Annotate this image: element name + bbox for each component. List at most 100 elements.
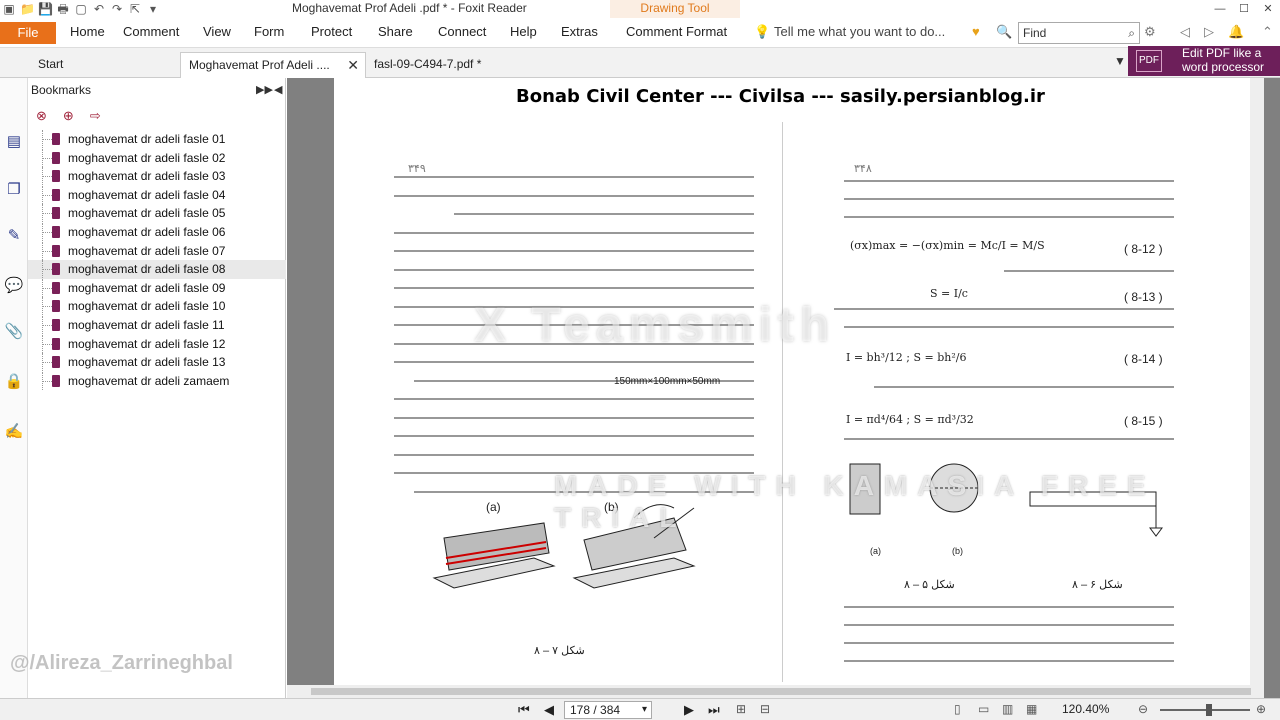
previous-page-icon[interactable]: ◀ (544, 702, 554, 718)
edit-pdf-promo-banner[interactable]: PDF Edit PDF like a word processor (1128, 46, 1280, 76)
text-line (874, 386, 1174, 388)
undo-icon[interactable]: ↶ (92, 2, 106, 16)
bookmark-icon (52, 188, 60, 201)
forward-icon[interactable]: ▷ (1204, 24, 1214, 40)
window-title: Moghavemat Prof Adeli .pdf * - Foxit Rea… (292, 1, 527, 15)
bookmark-item[interactable]: moghavemat dr adeli fasle 10 (28, 297, 286, 316)
minimize-button[interactable]: — (1208, 0, 1232, 18)
text-line (844, 180, 1174, 182)
bookmark-item[interactable]: moghavemat dr adeli fasle 02 (28, 148, 286, 168)
pages-icon[interactable]: ▤ (4, 132, 24, 152)
customize-dropdown-icon[interactable]: ▾ (146, 2, 160, 16)
bookmark-item[interactable]: moghavemat dr adeli fasle 06 (28, 222, 286, 242)
pdf-page-spread[interactable]: Bonab Civil Center --- Civilsa --- sasil… (334, 78, 1250, 685)
zoom-level[interactable]: 120.40% (1062, 702, 1109, 716)
tab-form[interactable]: Form (254, 24, 284, 39)
close-button[interactable]: ✕ (1256, 0, 1280, 18)
bookmark-item[interactable]: moghavemat dr adeli fasle 04 (28, 185, 286, 205)
find-input[interactable]: Find ⌕ (1018, 22, 1140, 44)
search-icon[interactable]: ⌕ (1128, 23, 1135, 43)
comments-icon[interactable]: 💬 (4, 276, 24, 296)
last-page-icon[interactable]: ⏭ (708, 702, 720, 718)
bookmark-item[interactable]: moghavemat dr adeli fasle 07 (28, 241, 286, 261)
tab-share[interactable]: Share (378, 24, 413, 39)
tab-start[interactable]: Start (30, 52, 180, 78)
layers-icon[interactable]: ❐ (4, 180, 24, 200)
tab-comment-format[interactable]: Comment Format (626, 24, 727, 39)
zoom-slider[interactable] (1160, 704, 1250, 716)
zoom-slider-knob[interactable] (1206, 704, 1212, 716)
tab-fasl-09-document[interactable]: fasl-09-C494-7.pdf * (366, 52, 518, 78)
heart-icon[interactable]: ♥ (972, 24, 980, 39)
text-line (844, 438, 1174, 440)
bookmarks-title: Bookmarks (31, 83, 92, 97)
text-line (394, 416, 754, 419)
bookmark-item[interactable]: moghavemat dr adeli fasle 13 (28, 353, 286, 372)
bookmark-item[interactable]: moghavemat dr adeli fasle 05 (28, 204, 286, 223)
scroll-thumb[interactable] (311, 688, 1251, 695)
expand-panel-icon[interactable]: ▶▶ (256, 78, 273, 102)
delete-bookmark-icon[interactable]: ⊗ (36, 108, 47, 124)
vertical-scrollbar[interactable] (1250, 78, 1264, 685)
bookmark-icon (52, 170, 60, 183)
bell-icon[interactable]: 🔔 (1228, 24, 1244, 40)
tab-home[interactable]: Home (70, 24, 105, 39)
bookmark-item[interactable]: moghavemat dr adeli fasle 03 (28, 167, 286, 186)
window-controls: — ☐ ✕ (1208, 0, 1280, 18)
bookmark-item[interactable]: moghavemat dr adeli fasle 08 (28, 260, 286, 279)
continuous-facing-icon[interactable]: ▦ (1026, 702, 1037, 716)
page-dropdown-icon[interactable]: ▾ (642, 702, 647, 718)
collapse-panel-icon[interactable]: ◀ (274, 78, 282, 102)
bookmark-item[interactable]: moghavemat dr adeli fasle 11 (28, 315, 286, 335)
first-page-icon[interactable]: ⏮ (518, 702, 530, 718)
print-icon[interactable]: 🖶 (56, 2, 70, 16)
file-menu-button[interactable]: File (0, 22, 56, 44)
collapse-ribbon-icon[interactable]: ⌃ (1262, 24, 1273, 40)
bookmark-properties-icon[interactable]: ⇨ (90, 108, 101, 124)
tab-help[interactable]: Help (510, 24, 537, 39)
facing-page-icon[interactable]: ▥ (1002, 702, 1013, 716)
tab-list-dropdown-icon[interactable]: ▼ (1114, 54, 1126, 68)
redo-icon[interactable]: ↷ (110, 2, 124, 16)
maximize-button[interactable]: ☐ (1232, 0, 1256, 18)
horizontal-scrollbar[interactable] (287, 685, 1264, 698)
attachments-icon[interactable]: 📎 (4, 322, 24, 342)
fit-page-icon[interactable]: ⊞ (736, 702, 746, 716)
tab-extras[interactable]: Extras (561, 24, 598, 39)
back-icon[interactable]: ◁ (1180, 24, 1190, 40)
tab-connect[interactable]: Connect (438, 24, 486, 39)
continuous-page-icon[interactable]: ▭ (978, 702, 989, 716)
tab-moghavemat-document[interactable]: Moghavemat Prof Adeli .... ✕ (180, 52, 366, 78)
tree-connector (42, 130, 52, 148)
tree-connector (42, 222, 52, 241)
bookmark-item[interactable]: moghavemat dr adeli fasle 01 (28, 130, 286, 149)
document-viewport[interactable]: Bonab Civil Center --- Civilsa --- sasil… (287, 78, 1280, 698)
single-page-icon[interactable]: ▯ (954, 702, 961, 716)
security-lock-icon[interactable]: 🔒 (4, 372, 24, 392)
navigation-rail: ▤ ❐ ✎ 💬 📎 🔒 ✍ (0, 78, 28, 720)
select-icon[interactable]: ⇱ (128, 2, 142, 16)
zoom-in-icon[interactable]: ⊕ (1256, 702, 1266, 716)
bookmark-item[interactable]: moghavemat dr adeli fasle 09 (28, 278, 286, 298)
bookmark-item[interactable]: moghavemat dr adeli fasle 12 (28, 334, 286, 354)
next-page-icon[interactable]: ▶ (684, 702, 694, 718)
open-icon[interactable]: 📁 (20, 2, 35, 16)
credit-watermark: @/Alireza_Zarrineghbal (10, 652, 233, 674)
tab-protect[interactable]: Protect (311, 24, 352, 39)
new-icon[interactable]: ▢ (74, 2, 88, 16)
drawing-tool-context-tab[interactable]: Drawing Tool (610, 0, 740, 18)
add-bookmark-icon[interactable]: ⊕ (63, 108, 74, 124)
tell-me-search[interactable]: Tell me what you want to do... (774, 24, 945, 39)
gear-icon[interactable]: ⚙ (1144, 24, 1156, 40)
search-files-icon[interactable]: 🔍 (996, 24, 1012, 40)
save-icon[interactable]: 💾 (38, 2, 53, 16)
tab-comment[interactable]: Comment (123, 24, 179, 39)
page-number-input[interactable]: 178 / 384 ▾ (564, 701, 652, 719)
zoom-out-icon[interactable]: ⊖ (1138, 702, 1148, 716)
fit-width-icon[interactable]: ⊟ (760, 702, 770, 716)
close-tab-icon[interactable]: ✕ (347, 53, 359, 77)
bookmark-item[interactable]: moghavemat dr adeli zamaem (28, 371, 286, 391)
signature-icon[interactable]: ✍ (4, 422, 24, 442)
bookmarks-panel-icon[interactable]: ✎ (4, 226, 24, 246)
tab-view[interactable]: View (203, 24, 231, 39)
